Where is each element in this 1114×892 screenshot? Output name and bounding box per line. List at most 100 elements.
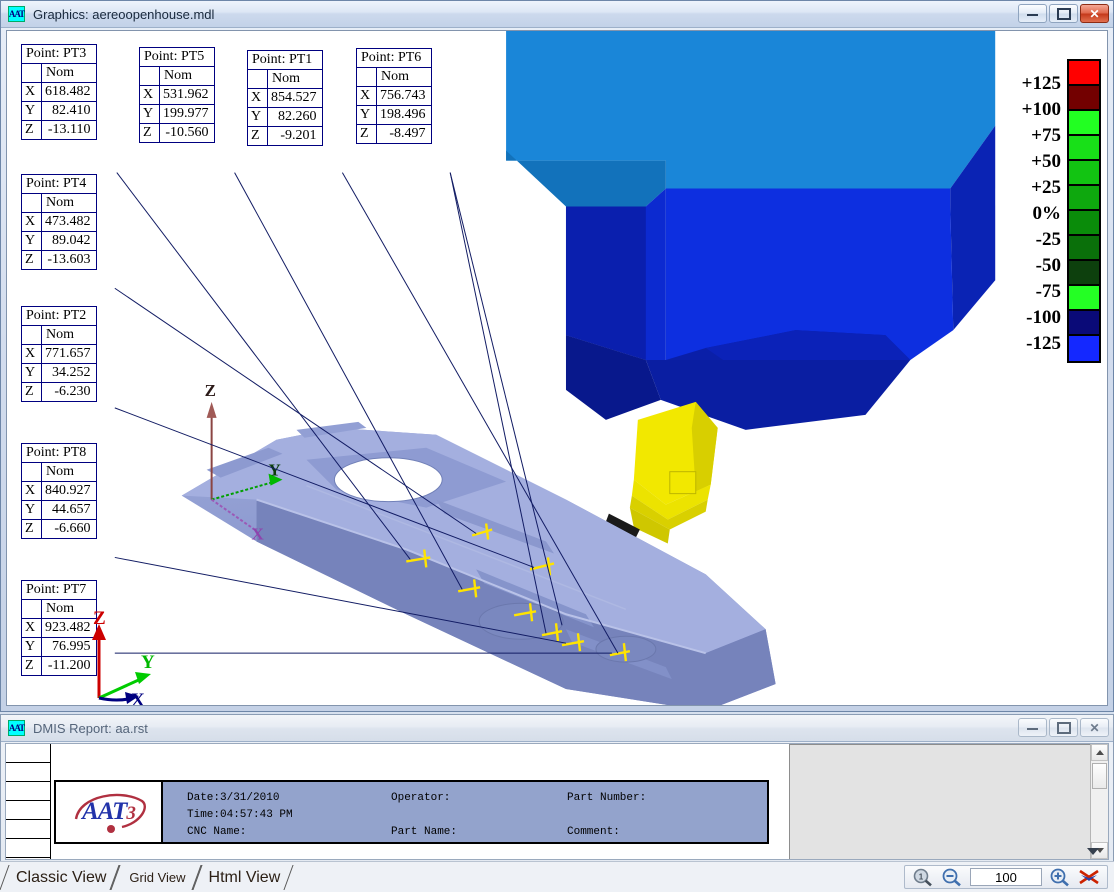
legend-band: [1069, 311, 1099, 336]
axis-label: Z: [21, 250, 42, 270]
report-titlebar[interactable]: AAT DMIS Report: aa.rst ✕: [1, 715, 1113, 742]
axis-value: -6.230: [41, 382, 97, 402]
legend-label: +75: [1031, 125, 1061, 146]
axis-value: 473.482: [41, 212, 97, 232]
legend-labels: +125 +100 +75 +50 +25 0% -25 -50 -75 -10…: [1022, 59, 1061, 357]
report-header-banner: AAT3 Date:3/31/2010 Operator: Part Numbe…: [54, 780, 769, 844]
legend-label: +100: [1021, 99, 1061, 120]
report-window-title: DMIS Report: aa.rst: [33, 720, 148, 736]
point-table-title: Point: PT4: [21, 174, 97, 194]
zoom-in-button[interactable]: [1049, 867, 1071, 887]
axis-value: 82.410: [41, 101, 97, 121]
report-header-fields: Date:3/31/2010 Operator: Part Number: Ti…: [163, 782, 767, 842]
axis-value: 34.252: [41, 363, 97, 383]
zoom-in-icon: [1050, 868, 1069, 887]
row-header[interactable]: [6, 801, 50, 820]
blank-cell: [247, 69, 268, 89]
point-table-pt3[interactable]: Point: PT3 Nom X 618.482 Y 82.410 Z -13.110: [21, 44, 97, 140]
report-body[interactable]: 1: AAT3 Date:3/31/2010: [5, 743, 1109, 860]
legend-color-bar: [1067, 59, 1101, 363]
axis-label: X: [21, 344, 42, 364]
graphics-canvas[interactable]: Z Y X Point: PT3 Nom X 618.482 Y 82.410 …: [6, 30, 1108, 706]
point-table-col-header: Nom: [267, 69, 323, 89]
dropdown-arrow-icon[interactable]: [1087, 848, 1099, 855]
maximize-icon: [1056, 7, 1071, 20]
point-table-title: Point: PT8: [21, 443, 97, 463]
axis-label: X: [21, 212, 42, 232]
point-table-col-header: Nom: [41, 63, 97, 83]
axis-label: Z: [21, 519, 42, 539]
axis-label: X: [139, 85, 160, 105]
graphics-window-title: Graphics: aereoopenhouse.mdl: [33, 6, 215, 22]
report-window-controls: ✕: [1018, 718, 1109, 737]
point-table-pt5[interactable]: Point: PT5 Nom X 531.962 Y 199.977 Z -10.56…: [139, 47, 215, 143]
point-table-col-header: Nom: [41, 193, 97, 213]
minimize-button[interactable]: [1018, 4, 1047, 23]
field-part-name: Part Name:: [391, 826, 458, 838]
point-table-title: Point: PT2: [21, 306, 97, 326]
blank-cell: [21, 325, 42, 345]
axis-label: Y: [21, 231, 42, 251]
row-header[interactable]: [6, 763, 50, 782]
aat3-logo: AAT3: [56, 782, 163, 842]
row-header[interactable]: [6, 744, 50, 763]
legend-band: [1069, 161, 1099, 186]
axis-value: 82.260: [267, 107, 323, 127]
graphics-window: AAT Graphics: aereoopenhouse.mdl ✕ Z Y X…: [0, 0, 1114, 712]
minimize-button[interactable]: [1018, 718, 1047, 737]
row-header[interactable]: [6, 820, 50, 839]
axis-value: 89.042: [41, 231, 97, 251]
point-table-pt1[interactable]: Point: PT1 Nom X 854.527 Y 82.260 Z -9.201: [247, 50, 323, 146]
legend-band: [1069, 111, 1099, 136]
report-vertical-scrollbar[interactable]: [1090, 744, 1108, 859]
maximize-button[interactable]: [1049, 718, 1078, 737]
aat-icon: AAT: [8, 6, 25, 22]
scroll-up-button[interactable]: [1091, 744, 1108, 761]
tab-grid-view[interactable]: Grid View: [110, 865, 202, 890]
zoom-value-input[interactable]: 100: [970, 868, 1042, 886]
zoom-actual-size-button[interactable]: 1: [912, 867, 934, 887]
zoom-out-icon: [942, 868, 961, 887]
axis-value: -13.110: [41, 120, 97, 140]
graphics-titlebar[interactable]: AAT Graphics: aereoopenhouse.mdl ✕: [1, 1, 1113, 28]
overlay-axis-label-y: Y: [141, 652, 155, 673]
row-header[interactable]: [6, 839, 50, 858]
close-button[interactable]: ✕: [1080, 4, 1109, 23]
legend-band: [1069, 236, 1099, 261]
point-table-pt2[interactable]: Point: PT2 Nom X 771.657 Y 34.252 Z -6.230: [21, 306, 97, 402]
scrollbar-thumb[interactable]: [1092, 763, 1107, 789]
tab-html-view[interactable]: Html View: [191, 865, 294, 890]
point-table-pt6[interactable]: Point: PT6 Nom X 756.743 Y 198.496 Z -8.497: [356, 48, 432, 144]
tab-classic-view[interactable]: Classic View: [0, 865, 120, 890]
axis-label: Z: [21, 656, 42, 676]
blank-cell: [21, 63, 42, 83]
axis-value: -9.201: [267, 126, 323, 146]
zoom-out-button[interactable]: [941, 867, 963, 887]
point-table-col-header: Nom: [41, 462, 97, 482]
field-part-number: Part Number:: [567, 792, 647, 804]
axis-label-z: Z: [205, 381, 216, 400]
row-header[interactable]: [6, 782, 50, 801]
report-sheet: 1: AAT3 Date:3/31/2010: [6, 744, 789, 859]
point-table-pt8[interactable]: Point: PT8 Nom X 840.927 Y 44.657 Z -6.660: [21, 443, 97, 539]
chevron-up-icon: [1095, 750, 1104, 755]
axis-value: 756.743: [376, 86, 432, 106]
view-tabs: Classic View Grid View Html View: [0, 864, 294, 890]
deviation-color-legend: +125 +100 +75 +50 +25 0% -25 -50 -75 -10…: [1022, 59, 1101, 363]
close-button[interactable]: ✕: [1080, 718, 1109, 737]
axis-label: X: [21, 82, 42, 102]
axis-label: Z: [21, 120, 42, 140]
axis-value: -13.603: [41, 250, 97, 270]
axis-label: Z: [21, 382, 42, 402]
logo-dot-icon: [107, 825, 115, 833]
axis-value: 854.527: [267, 88, 323, 108]
bottom-bar: Classic View Grid View Html View 1 100: [0, 848, 1114, 892]
axis-label: Z: [139, 123, 160, 143]
axis-label: Y: [356, 105, 377, 125]
row-header[interactable]: [6, 858, 50, 859]
legend-label: +50: [1031, 151, 1061, 172]
point-table-pt4[interactable]: Point: PT4 Nom X 473.482 Y 89.042 Z -13.603: [21, 174, 97, 270]
zoom-reset-button[interactable]: [1078, 867, 1100, 887]
maximize-button[interactable]: [1049, 4, 1078, 23]
axis-label: X: [356, 86, 377, 106]
